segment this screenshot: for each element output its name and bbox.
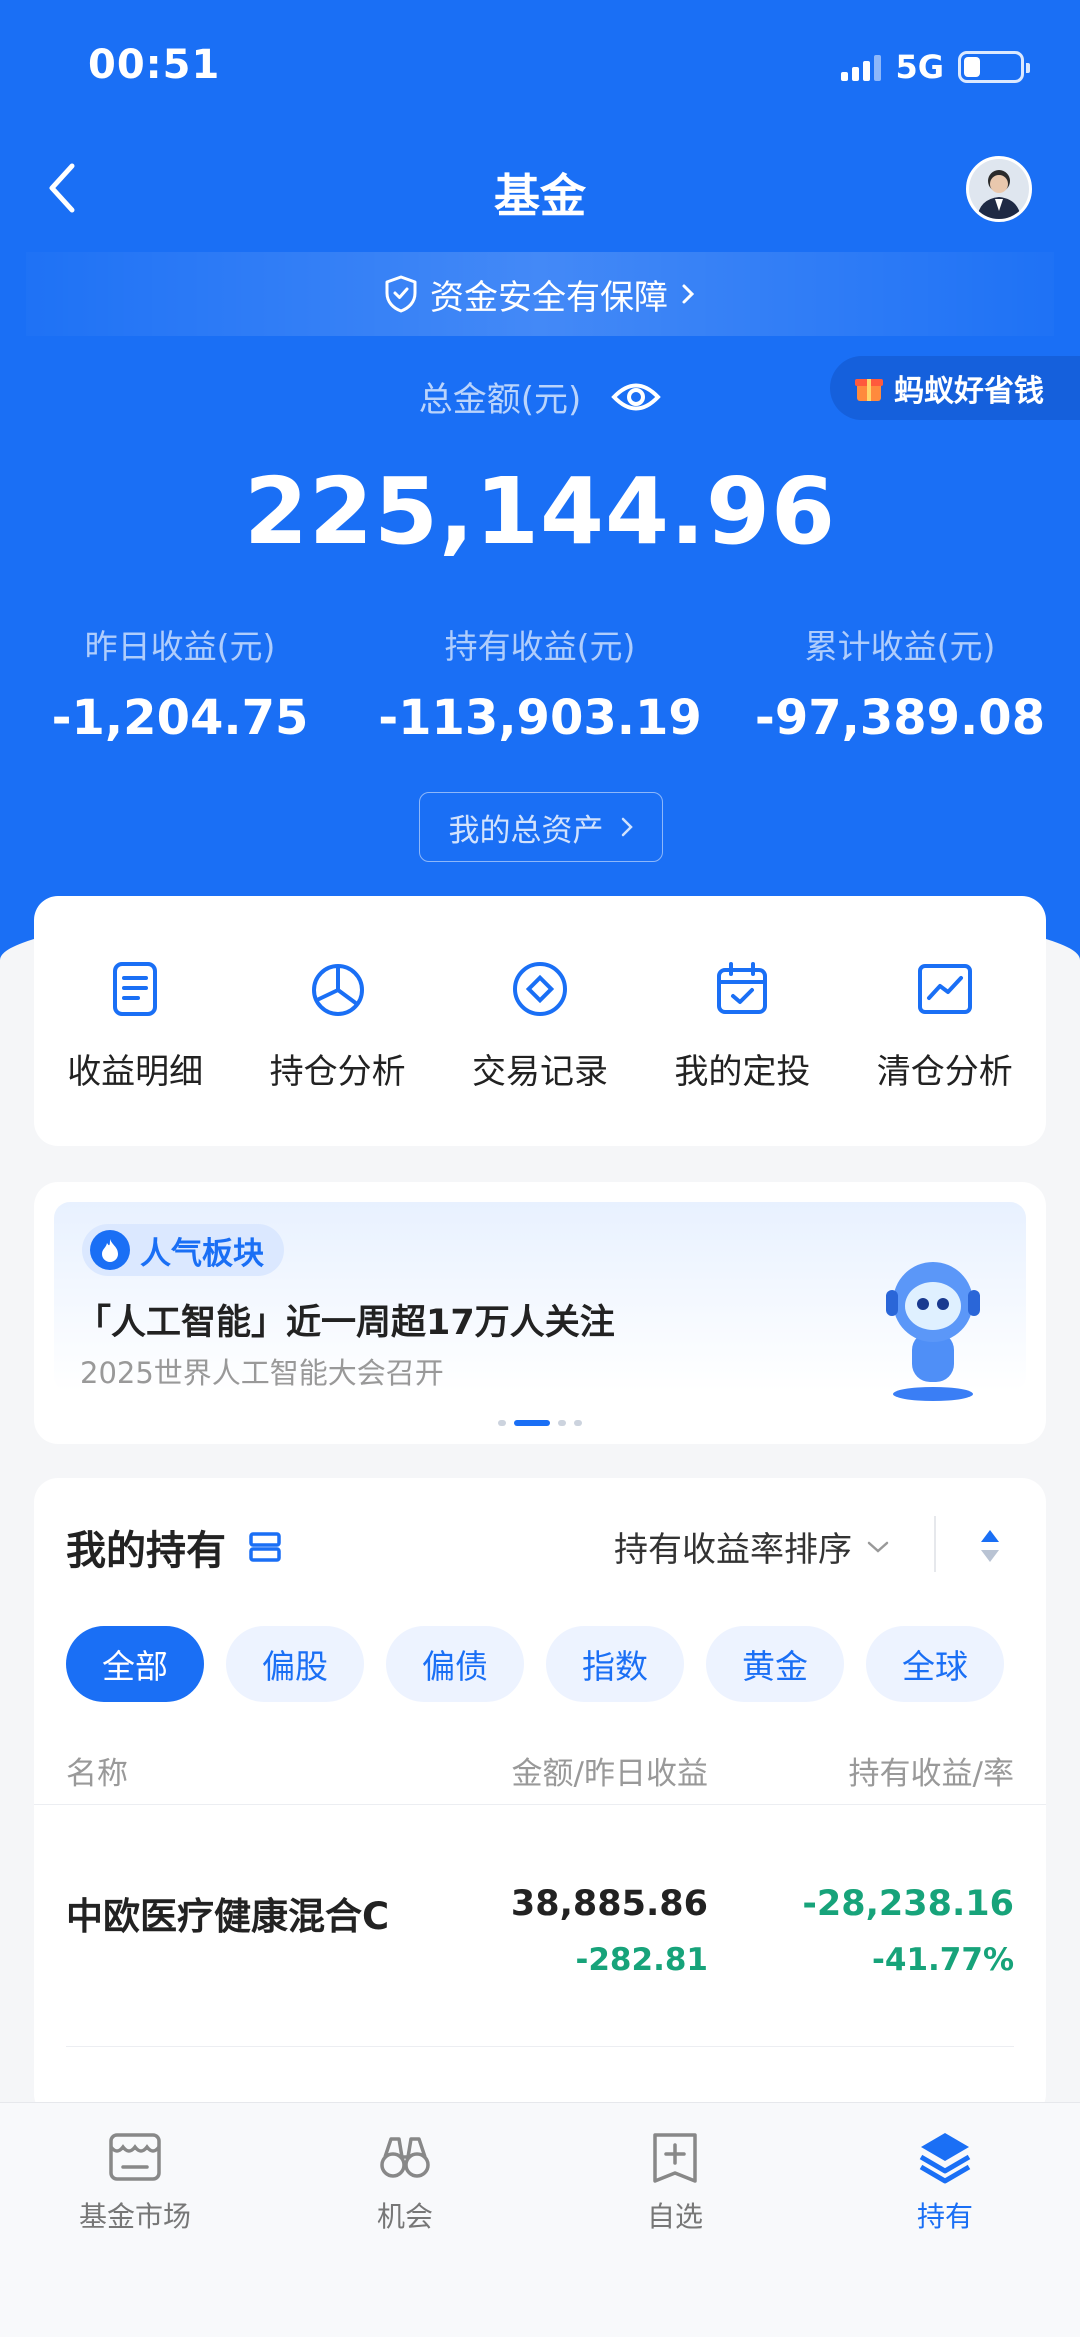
divider <box>66 2046 1014 2047</box>
shield-icon <box>385 275 417 313</box>
quick-action-earnings-detail[interactable]: 收益明细 <box>45 956 225 1093</box>
divider <box>34 1804 1046 1805</box>
tab-watchlist[interactable]: 自选 <box>540 2103 810 2337</box>
bottom-tab-bar: 基金市场 机会 自选 持有 <box>0 2102 1080 2337</box>
status-time: 00:51 <box>88 42 221 88</box>
stat-value: -1,204.75 <box>51 690 309 746</box>
add-bookmark-icon <box>653 2133 697 2183</box>
battery-icon <box>958 51 1030 83</box>
layers-icon <box>919 2133 971 2184</box>
tab-fund-market[interactable]: 基金市场 <box>0 2103 270 2337</box>
fund-amount: 38,885.86 <box>510 1884 708 1924</box>
stat-value: -113,903.19 <box>378 690 702 746</box>
page-title: 基金 <box>494 169 586 223</box>
holdings-title: 我的持有 <box>66 1528 226 1574</box>
network-label: 5G <box>895 48 944 86</box>
holdings-card: 我的持有 持有收益率排序 全部 偏股 偏债 指数 黄金 全球 名称 金额/昨日收… <box>34 1478 1046 2118</box>
gift-icon <box>855 379 883 401</box>
sort-label: 持有收益率排序 <box>614 1530 852 1570</box>
status-indicators: 5G <box>841 48 1030 86</box>
promo-badge[interactable]: 蚂蚁好省钱 <box>830 356 1080 420</box>
flame-icon <box>90 1230 130 1270</box>
table-row[interactable]: 中欧医疗健康混合C 38,885.86 -282.81 -28,238.16 -… <box>66 1878 1014 2028</box>
quick-action-auto-invest[interactable]: 我的定投 <box>652 956 832 1093</box>
earnings-stats: 昨日收益(元) -1,204.75 持有收益(元) -113,903.19 累计… <box>0 620 1080 746</box>
binoculars-icon <box>380 2137 430 2178</box>
banner-subtitle: 2025世界人工智能大会召开 <box>80 1356 444 1390</box>
total-amount: 225,144.96 <box>243 458 836 565</box>
list-toggle-icon[interactable] <box>248 1530 282 1564</box>
pie-chart-icon <box>311 963 364 1016</box>
column-profit: 持有收益/率 <box>848 1756 1014 1792</box>
promo-text: 蚂蚁好省钱 <box>894 374 1044 409</box>
total-label: 总金额(元) <box>418 380 582 420</box>
chip-index[interactable]: 指数 <box>546 1626 684 1702</box>
quick-actions: 收益明细 持仓分析 交易记录 我的定投 清仓分析 <box>34 896 1046 1146</box>
stat-label: 昨日收益(元) <box>84 627 276 666</box>
chevron-down-icon <box>867 1541 889 1553</box>
calendar-check-icon <box>717 961 768 1014</box>
column-amount: 金额/昨日收益 <box>511 1756 708 1792</box>
stat-cumulative[interactable]: 累计收益(元) -97,389.08 <box>720 620 1080 746</box>
stat-holding[interactable]: 持有收益(元) -113,903.19 <box>360 620 720 746</box>
tab-holdings[interactable]: 持有 <box>810 2103 1080 2337</box>
promo-banner[interactable]: 人气板块 「人工智能」近一周超17万人关注 2025世界人工智能大会召开 <box>34 1182 1046 1444</box>
robot-mascot-icon <box>886 1262 980 1401</box>
tab-label: 机会 <box>376 2200 433 2233</box>
banner-title: 「人工智能」近一周超17万人关注 <box>76 1303 615 1343</box>
carousel-indicator <box>34 1420 1046 1426</box>
chip-gold[interactable]: 黄金 <box>706 1626 844 1702</box>
quick-action-label: 我的定投 <box>674 1051 811 1092</box>
hot-sector-tag: 人气板块 <box>82 1224 284 1276</box>
fund-holding-rate: -41.77% <box>872 1942 1014 1978</box>
signal-icon <box>841 53 882 81</box>
stat-label: 持有收益(元) <box>444 627 636 666</box>
diamond-circle-icon <box>512 961 567 1016</box>
chip-equity[interactable]: 偏股 <box>226 1626 364 1702</box>
stat-label: 累计收益(元) <box>804 627 996 666</box>
fund-name: 中欧医疗健康混合C <box>66 1895 390 1938</box>
holdings-header: 我的持有 <box>66 1518 282 1576</box>
total-assets-button[interactable]: 我的总资产 <box>419 792 663 862</box>
column-name: 名称 <box>66 1756 128 1792</box>
divider <box>934 1516 936 1572</box>
tab-label: 基金市场 <box>78 2200 191 2233</box>
safety-text: 资金安全有保障 <box>430 277 668 318</box>
hot-sector-label: 人气板块 <box>140 1235 264 1272</box>
chevron-right-icon <box>621 817 633 837</box>
trend-chart-icon <box>917 963 972 1014</box>
quick-action-label: 交易记录 <box>471 1051 608 1092</box>
sort-order-icon[interactable] <box>978 1526 1002 1566</box>
eye-icon[interactable] <box>611 380 662 414</box>
stat-yesterday[interactable]: 昨日收益(元) -1,204.75 <box>0 620 360 746</box>
safety-banner[interactable]: 资金安全有保障 <box>26 252 1054 336</box>
filter-chips: 全部 偏股 偏债 指数 黄金 全球 <box>66 1626 1014 1702</box>
fund-holding-profit: -28,238.16 <box>802 1884 1014 1924</box>
avatar[interactable] <box>966 156 1032 222</box>
chip-all[interactable]: 全部 <box>66 1626 204 1702</box>
quick-action-clearance-analysis[interactable]: 清仓分析 <box>855 956 1035 1093</box>
quick-action-label: 收益明细 <box>67 1051 204 1092</box>
quick-action-label: 清仓分析 <box>876 1051 1013 1092</box>
fund-yesterday-profit: -282.81 <box>575 1942 709 1978</box>
tab-label: 自选 <box>646 2200 703 2233</box>
tab-label: 持有 <box>916 2200 973 2233</box>
quick-action-position-analysis[interactable]: 持仓分析 <box>248 956 428 1093</box>
chevron-right-icon <box>682 284 695 304</box>
chip-bond[interactable]: 偏债 <box>386 1626 524 1702</box>
sort-dropdown[interactable]: 持有收益率排序 <box>614 1522 890 1571</box>
market-icon <box>109 2133 161 2181</box>
tab-opportunity[interactable]: 机会 <box>270 2103 540 2337</box>
chip-global[interactable]: 全球 <box>866 1626 1004 1702</box>
quick-action-transactions[interactable]: 交易记录 <box>450 956 630 1093</box>
total-assets-label: 我的总资产 <box>448 812 604 849</box>
stat-value: -97,389.08 <box>754 690 1046 746</box>
document-icon <box>113 961 158 1016</box>
quick-action-label: 持仓分析 <box>269 1051 406 1092</box>
